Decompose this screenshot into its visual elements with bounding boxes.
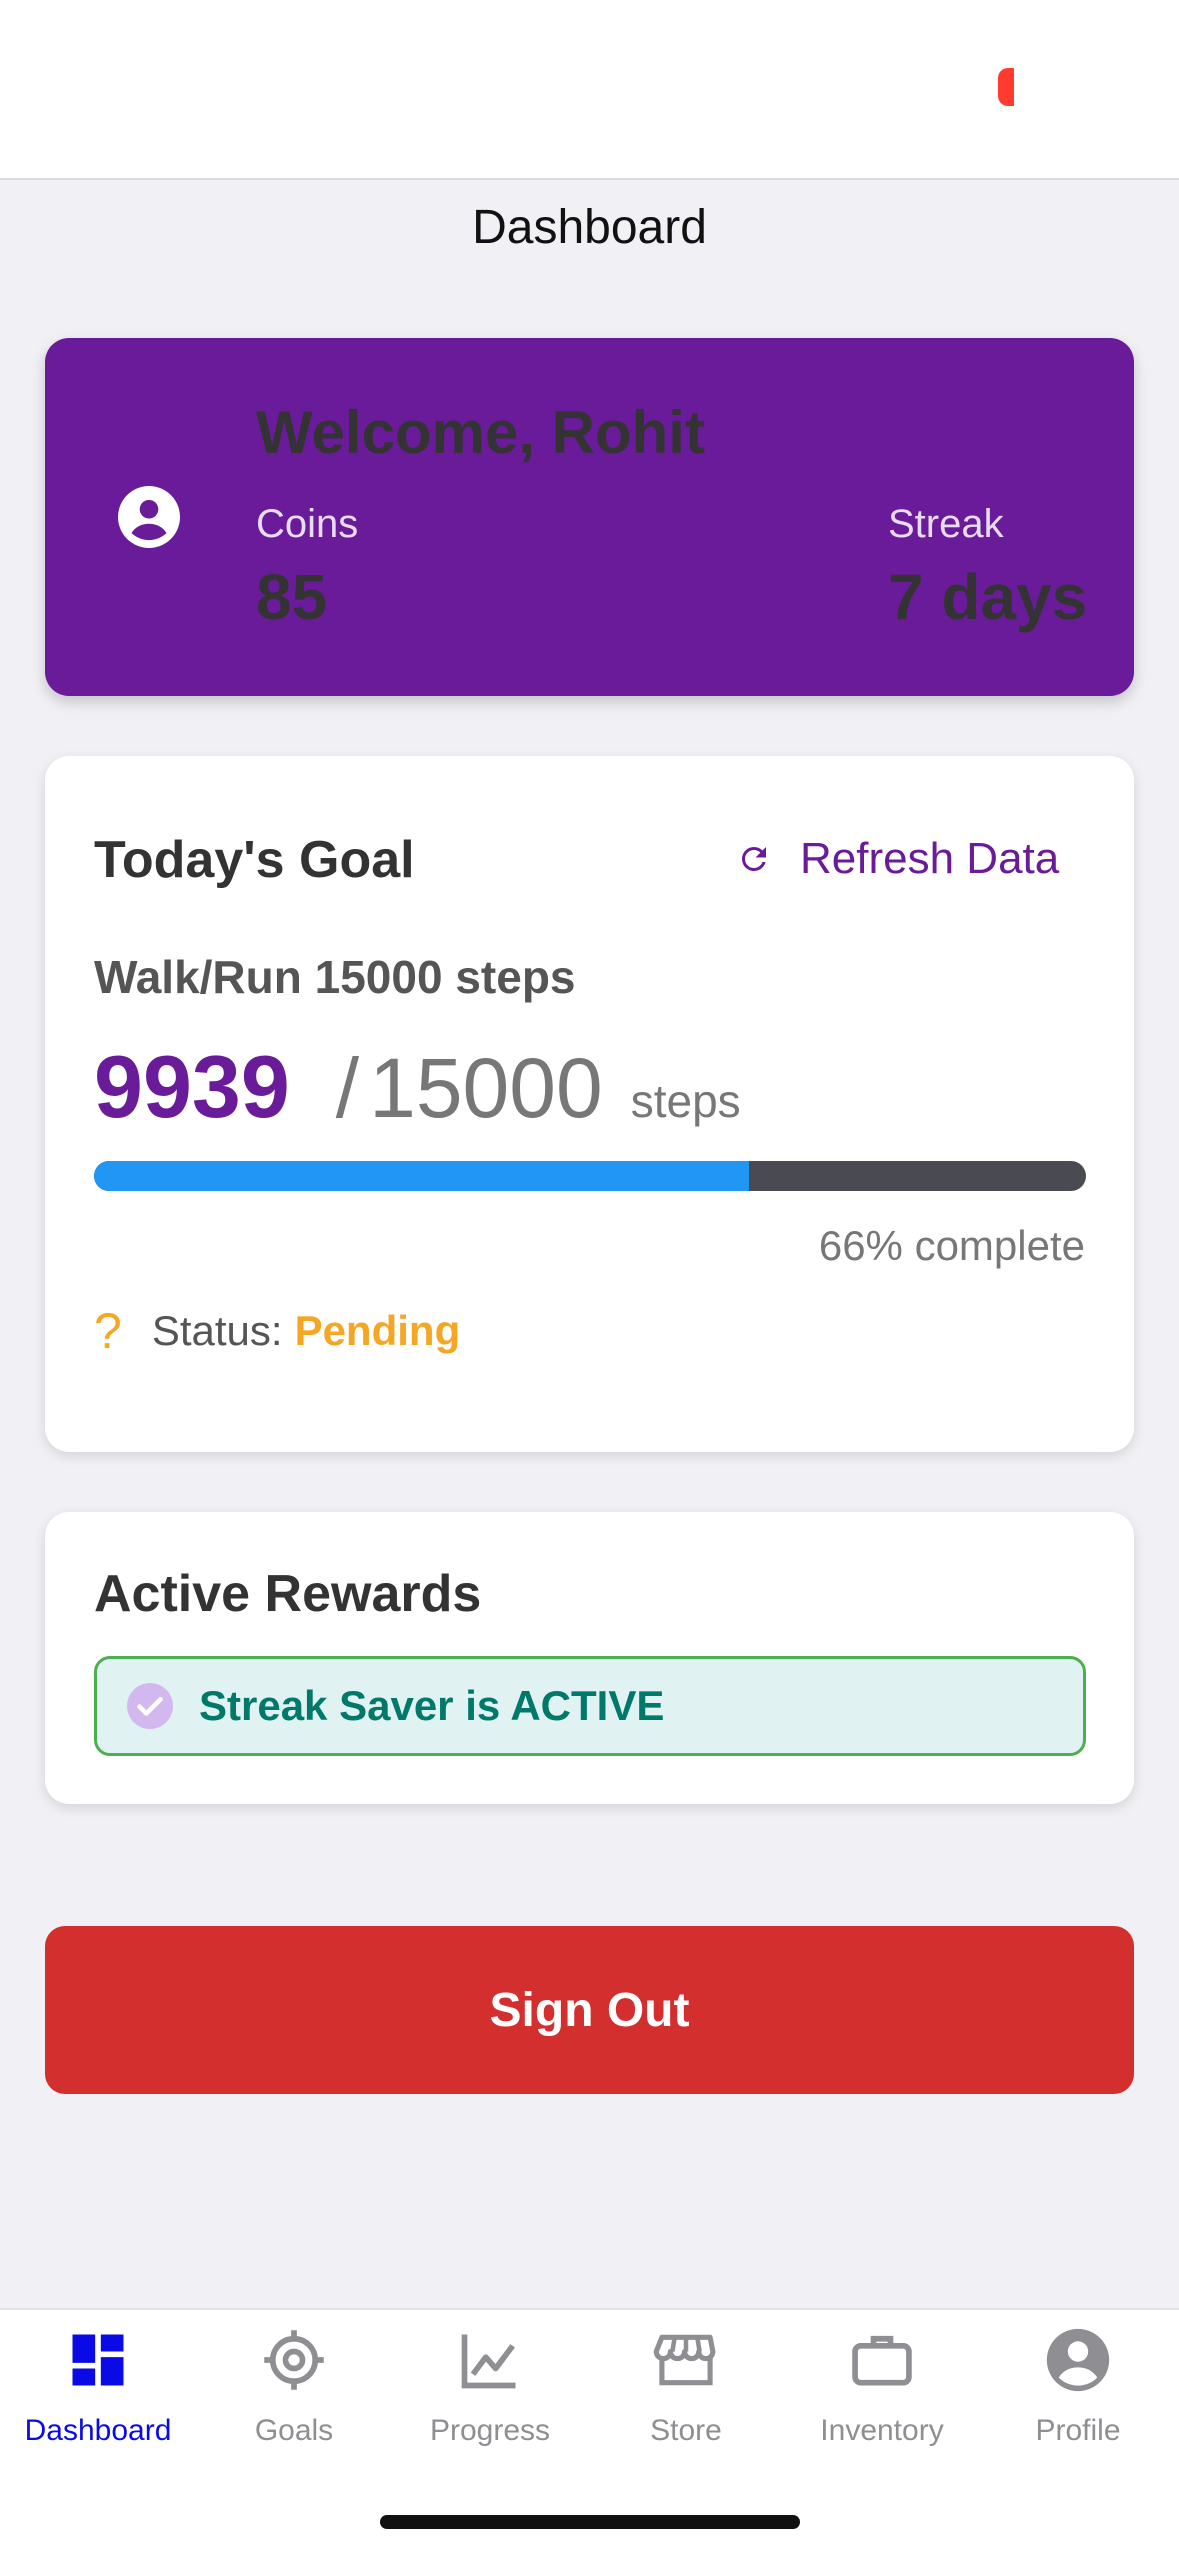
streak-label: Streak: [888, 502, 1004, 546]
question-mark-icon: ?: [94, 1303, 122, 1359]
tab-label-store: Store: [650, 2414, 722, 2447]
steps-counter: 9939 / 15000 steps: [94, 1036, 741, 1138]
page-title: Dashboard: [472, 201, 707, 254]
tab-label-goals: Goals: [254, 2414, 334, 2447]
tab-label-profile: Profile: [1035, 2414, 1121, 2447]
steps-separator: /: [335, 1041, 360, 1135]
streak-value: 7 days: [888, 561, 1088, 633]
home-indicator: [380, 2515, 800, 2529]
tab-profile[interactable]: Profile: [980, 2326, 1176, 2448]
refresh-icon: [741, 847, 766, 871]
status-label: Status:: [151, 1307, 283, 1354]
crosshair-icon: [264, 2330, 324, 2390]
streak-saver-badge: Streak Saver is ACTIVE: [94, 1656, 1086, 1756]
tab-goals[interactable]: Goals: [196, 2326, 392, 2448]
coins-value: 85: [256, 561, 328, 633]
account-circle-icon: [118, 486, 180, 548]
steps-unit: steps: [630, 1075, 741, 1127]
status-indicator: [998, 68, 1014, 106]
tab-label-inventory: Inventory: [820, 2414, 944, 2447]
coins-label: Coins: [256, 502, 359, 546]
status-value: Pending: [294, 1307, 461, 1354]
tab-progress[interactable]: Progress: [392, 2326, 588, 2448]
current-steps: 9939: [94, 1037, 290, 1136]
target-steps: 15000: [369, 1041, 603, 1135]
rewards-title: Active Rewards: [94, 1565, 482, 1623]
progress-percent: 66% complete: [818, 1222, 1085, 1269]
refresh-data-button[interactable]: Refresh Data: [736, 834, 1059, 884]
briefcase-icon: [852, 2335, 912, 2386]
tab-label-dashboard: Dashboard: [24, 2414, 172, 2447]
check-circle-icon: [127, 1683, 173, 1729]
account-circle-icon: [1046, 2328, 1110, 2392]
tab-store[interactable]: Store: [588, 2326, 784, 2448]
chart-line-icon: [461, 2334, 516, 2389]
reward-text: Streak Saver is ACTIVE: [199, 1682, 665, 1729]
goal-title: Today's Goal: [94, 831, 415, 889]
store-icon: [653, 2334, 716, 2386]
dashboard-icon: [72, 2334, 124, 2386]
tab-dashboard[interactable]: Dashboard: [0, 2326, 196, 2448]
goal-description: Walk/Run 15000 steps: [94, 951, 576, 1003]
top-bar: [0, 0, 1179, 180]
tab-label-progress: Progress: [429, 2414, 551, 2447]
goal-status: ? Status: Pending: [94, 1302, 460, 1360]
progress-bar: [94, 1161, 1086, 1191]
refresh-label: Refresh Data: [800, 834, 1060, 883]
progress-bar-fill: [94, 1161, 749, 1191]
welcome-title: Welcome, Rohit: [256, 399, 705, 466]
tab-inventory[interactable]: Inventory: [784, 2326, 980, 2448]
sign-out-button[interactable]: Sign Out: [45, 1926, 1134, 2094]
